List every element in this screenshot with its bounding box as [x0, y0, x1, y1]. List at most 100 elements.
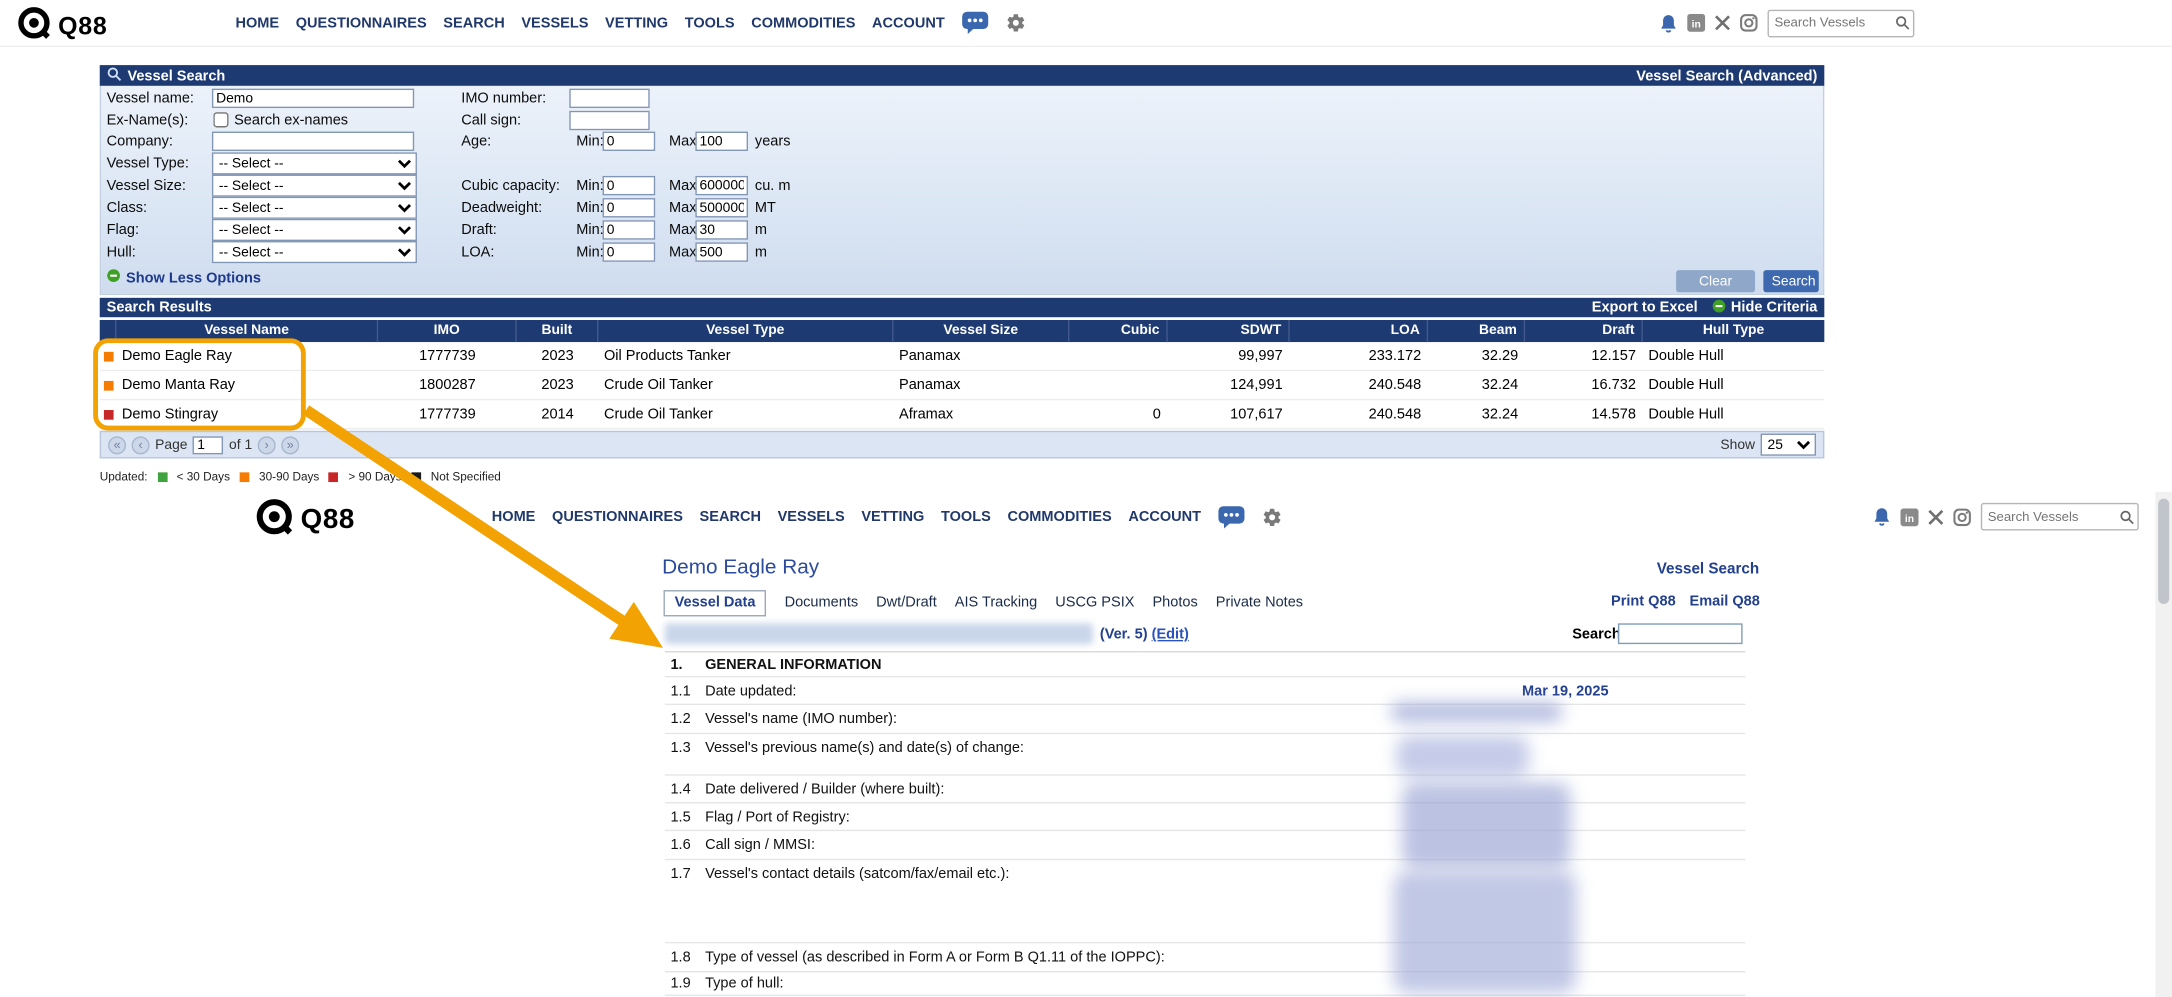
- cubic-max-input[interactable]: [695, 176, 748, 195]
- tab-vessel-data[interactable]: Vessel Data: [664, 589, 767, 615]
- nav-tools[interactable]: TOOLS: [685, 15, 735, 32]
- tab-private-notes[interactable]: Private Notes: [1216, 594, 1303, 611]
- loa-max-input[interactable]: [695, 242, 748, 261]
- question-row: 1.3 Vessel's previous name(s) and date(s…: [665, 734, 1745, 776]
- nav-vetting[interactable]: VETTING: [605, 15, 668, 32]
- prev-page-button[interactable]: ‹: [132, 436, 150, 454]
- cubic-min-input[interactable]: [603, 176, 656, 195]
- tab-dwt-draft[interactable]: Dwt/Draft: [876, 594, 937, 611]
- nav-home[interactable]: HOME: [492, 508, 536, 525]
- nav-account[interactable]: ACCOUNT: [1128, 508, 1201, 525]
- cell-vessel-size: Panamax: [893, 377, 1069, 394]
- nav-vessels[interactable]: VESSELS: [521, 15, 588, 32]
- hide-criteria-link[interactable]: Hide Criteria: [1712, 299, 1818, 317]
- cell-vessel-name[interactable]: Demo Stingray: [116, 406, 378, 423]
- imo-number-input[interactable]: [569, 89, 649, 108]
- next-page-button[interactable]: ›: [258, 436, 276, 454]
- draft-unit-label: m: [755, 220, 767, 239]
- hull-select[interactable]: -- Select --: [212, 241, 417, 263]
- vessel-search-link[interactable]: Vessel Search: [1657, 561, 1760, 578]
- print-q88-link[interactable]: Print Q88: [1611, 593, 1676, 610]
- cell-beam: 32.24: [1428, 377, 1525, 394]
- deadweight-min-input[interactable]: [603, 198, 656, 217]
- company-input[interactable]: [212, 132, 414, 151]
- vessel-name-input[interactable]: [212, 89, 414, 108]
- nav-commodities[interactable]: COMMODITIES: [1007, 508, 1111, 525]
- nav-search[interactable]: SEARCH: [700, 508, 761, 525]
- deadweight-max-input[interactable]: [695, 198, 748, 217]
- question-label: Type of hull:: [705, 975, 1385, 992]
- x-twitter-icon[interactable]: [1715, 15, 1730, 30]
- scrollbar-track[interactable]: [2155, 492, 2172, 997]
- page-size-select[interactable]: 25: [1761, 434, 1816, 456]
- scrollbar-thumb[interactable]: [2158, 499, 2169, 604]
- table-row[interactable]: Demo Eagle Ray 1777739 2023 Oil Products…: [100, 342, 1825, 371]
- linkedin-icon[interactable]: in: [1901, 508, 1919, 526]
- nav-home[interactable]: HOME: [235, 15, 279, 32]
- notifications-bell-icon[interactable]: [1873, 506, 1891, 528]
- tab-uscg-psix[interactable]: USCG PSIX: [1055, 594, 1134, 611]
- export-to-excel-link[interactable]: Export to Excel: [1592, 299, 1698, 316]
- notifications-bell-icon[interactable]: [1659, 12, 1677, 34]
- nav-questionnaires[interactable]: QUESTIONNAIRES: [552, 508, 683, 525]
- vessel-type-select[interactable]: -- Select --: [212, 152, 417, 174]
- settings-gear-icon[interactable]: [1006, 12, 1027, 33]
- nav-search[interactable]: SEARCH: [443, 15, 504, 32]
- global-search-input[interactable]: [1982, 509, 2119, 524]
- global-search-input[interactable]: [1769, 15, 1895, 30]
- last-page-button[interactable]: »: [281, 436, 299, 454]
- cell-vessel-name[interactable]: Demo Eagle Ray: [116, 348, 378, 365]
- draft-max-input[interactable]: [695, 220, 748, 239]
- nav-questionnaires[interactable]: QUESTIONNAIRES: [296, 15, 427, 32]
- age-min-input[interactable]: [603, 132, 656, 151]
- nav-commodities[interactable]: COMMODITIES: [751, 15, 855, 32]
- section-header-row: 1. GENERAL INFORMATION: [665, 652, 1745, 677]
- nav-vessels[interactable]: VESSELS: [778, 508, 845, 525]
- tab-documents[interactable]: Documents: [785, 594, 859, 611]
- chat-icon[interactable]: [961, 11, 989, 35]
- vessel-detail-tabs: Vessel Data Documents Dwt/Draft AIS Trac…: [664, 589, 1304, 617]
- detail-search-input[interactable]: [1618, 623, 1743, 644]
- nav-tools[interactable]: TOOLS: [941, 508, 991, 525]
- call-sign-input[interactable]: [569, 111, 649, 130]
- search-magnifier-icon[interactable]: [2119, 509, 2134, 524]
- instagram-icon[interactable]: [1740, 14, 1758, 32]
- q88-logo[interactable]: Q88: [17, 6, 108, 48]
- instagram-icon[interactable]: [1953, 508, 1971, 526]
- q88-logo-detail[interactable]: Q88: [255, 497, 355, 543]
- search-magnifier-icon[interactable]: [1895, 15, 1910, 30]
- chat-icon[interactable]: [1218, 505, 1246, 529]
- cubic-capacity-label: Cubic capacity:: [461, 176, 560, 195]
- global-search-box: [1981, 503, 2139, 531]
- settings-gear-icon[interactable]: [1262, 506, 1283, 527]
- show-less-options-link[interactable]: Show Less Options: [107, 269, 261, 287]
- flag-select[interactable]: -- Select --: [212, 219, 417, 241]
- linkedin-icon[interactable]: in: [1687, 14, 1705, 32]
- cell-vessel-name[interactable]: Demo Manta Ray: [116, 377, 378, 394]
- loa-min-input[interactable]: [603, 242, 656, 261]
- first-page-button[interactable]: «: [108, 436, 126, 454]
- tab-photos[interactable]: Photos: [1152, 594, 1197, 611]
- page-number-input[interactable]: [193, 436, 223, 454]
- nav-vetting[interactable]: VETTING: [861, 508, 924, 525]
- x-twitter-icon[interactable]: [1928, 509, 1943, 524]
- tab-ais-tracking[interactable]: AIS Tracking: [955, 594, 1037, 611]
- clear-criteria-button[interactable]: Clear Criteria: [1676, 270, 1755, 292]
- age-max-input[interactable]: [695, 132, 748, 151]
- draft-min-input[interactable]: [603, 220, 656, 239]
- col-loa: LOA: [1290, 320, 1429, 342]
- email-q88-link[interactable]: Email Q88: [1690, 593, 1760, 610]
- search-ex-names-checkbox[interactable]: [213, 112, 228, 127]
- edit-link[interactable]: (Edit): [1152, 626, 1189, 643]
- vessel-search-advanced-link[interactable]: Vessel Search (Advanced): [1636, 67, 1817, 84]
- table-row[interactable]: Demo Manta Ray 1800287 2023 Crude Oil Ta…: [100, 371, 1825, 400]
- cell-vessel-size: Panamax: [893, 348, 1069, 365]
- col-vessel-size: Vessel Size: [893, 320, 1069, 342]
- vessel-size-select[interactable]: -- Select --: [212, 175, 417, 197]
- cell-built: 2023: [517, 377, 599, 394]
- search-button[interactable]: Search: [1763, 270, 1818, 292]
- class-select[interactable]: -- Select --: [212, 197, 417, 219]
- nav-account[interactable]: ACCOUNT: [872, 15, 945, 32]
- table-row[interactable]: Demo Stingray 1777739 2014 Crude Oil Tan…: [100, 400, 1825, 429]
- cell-loa: 233.172: [1290, 348, 1429, 365]
